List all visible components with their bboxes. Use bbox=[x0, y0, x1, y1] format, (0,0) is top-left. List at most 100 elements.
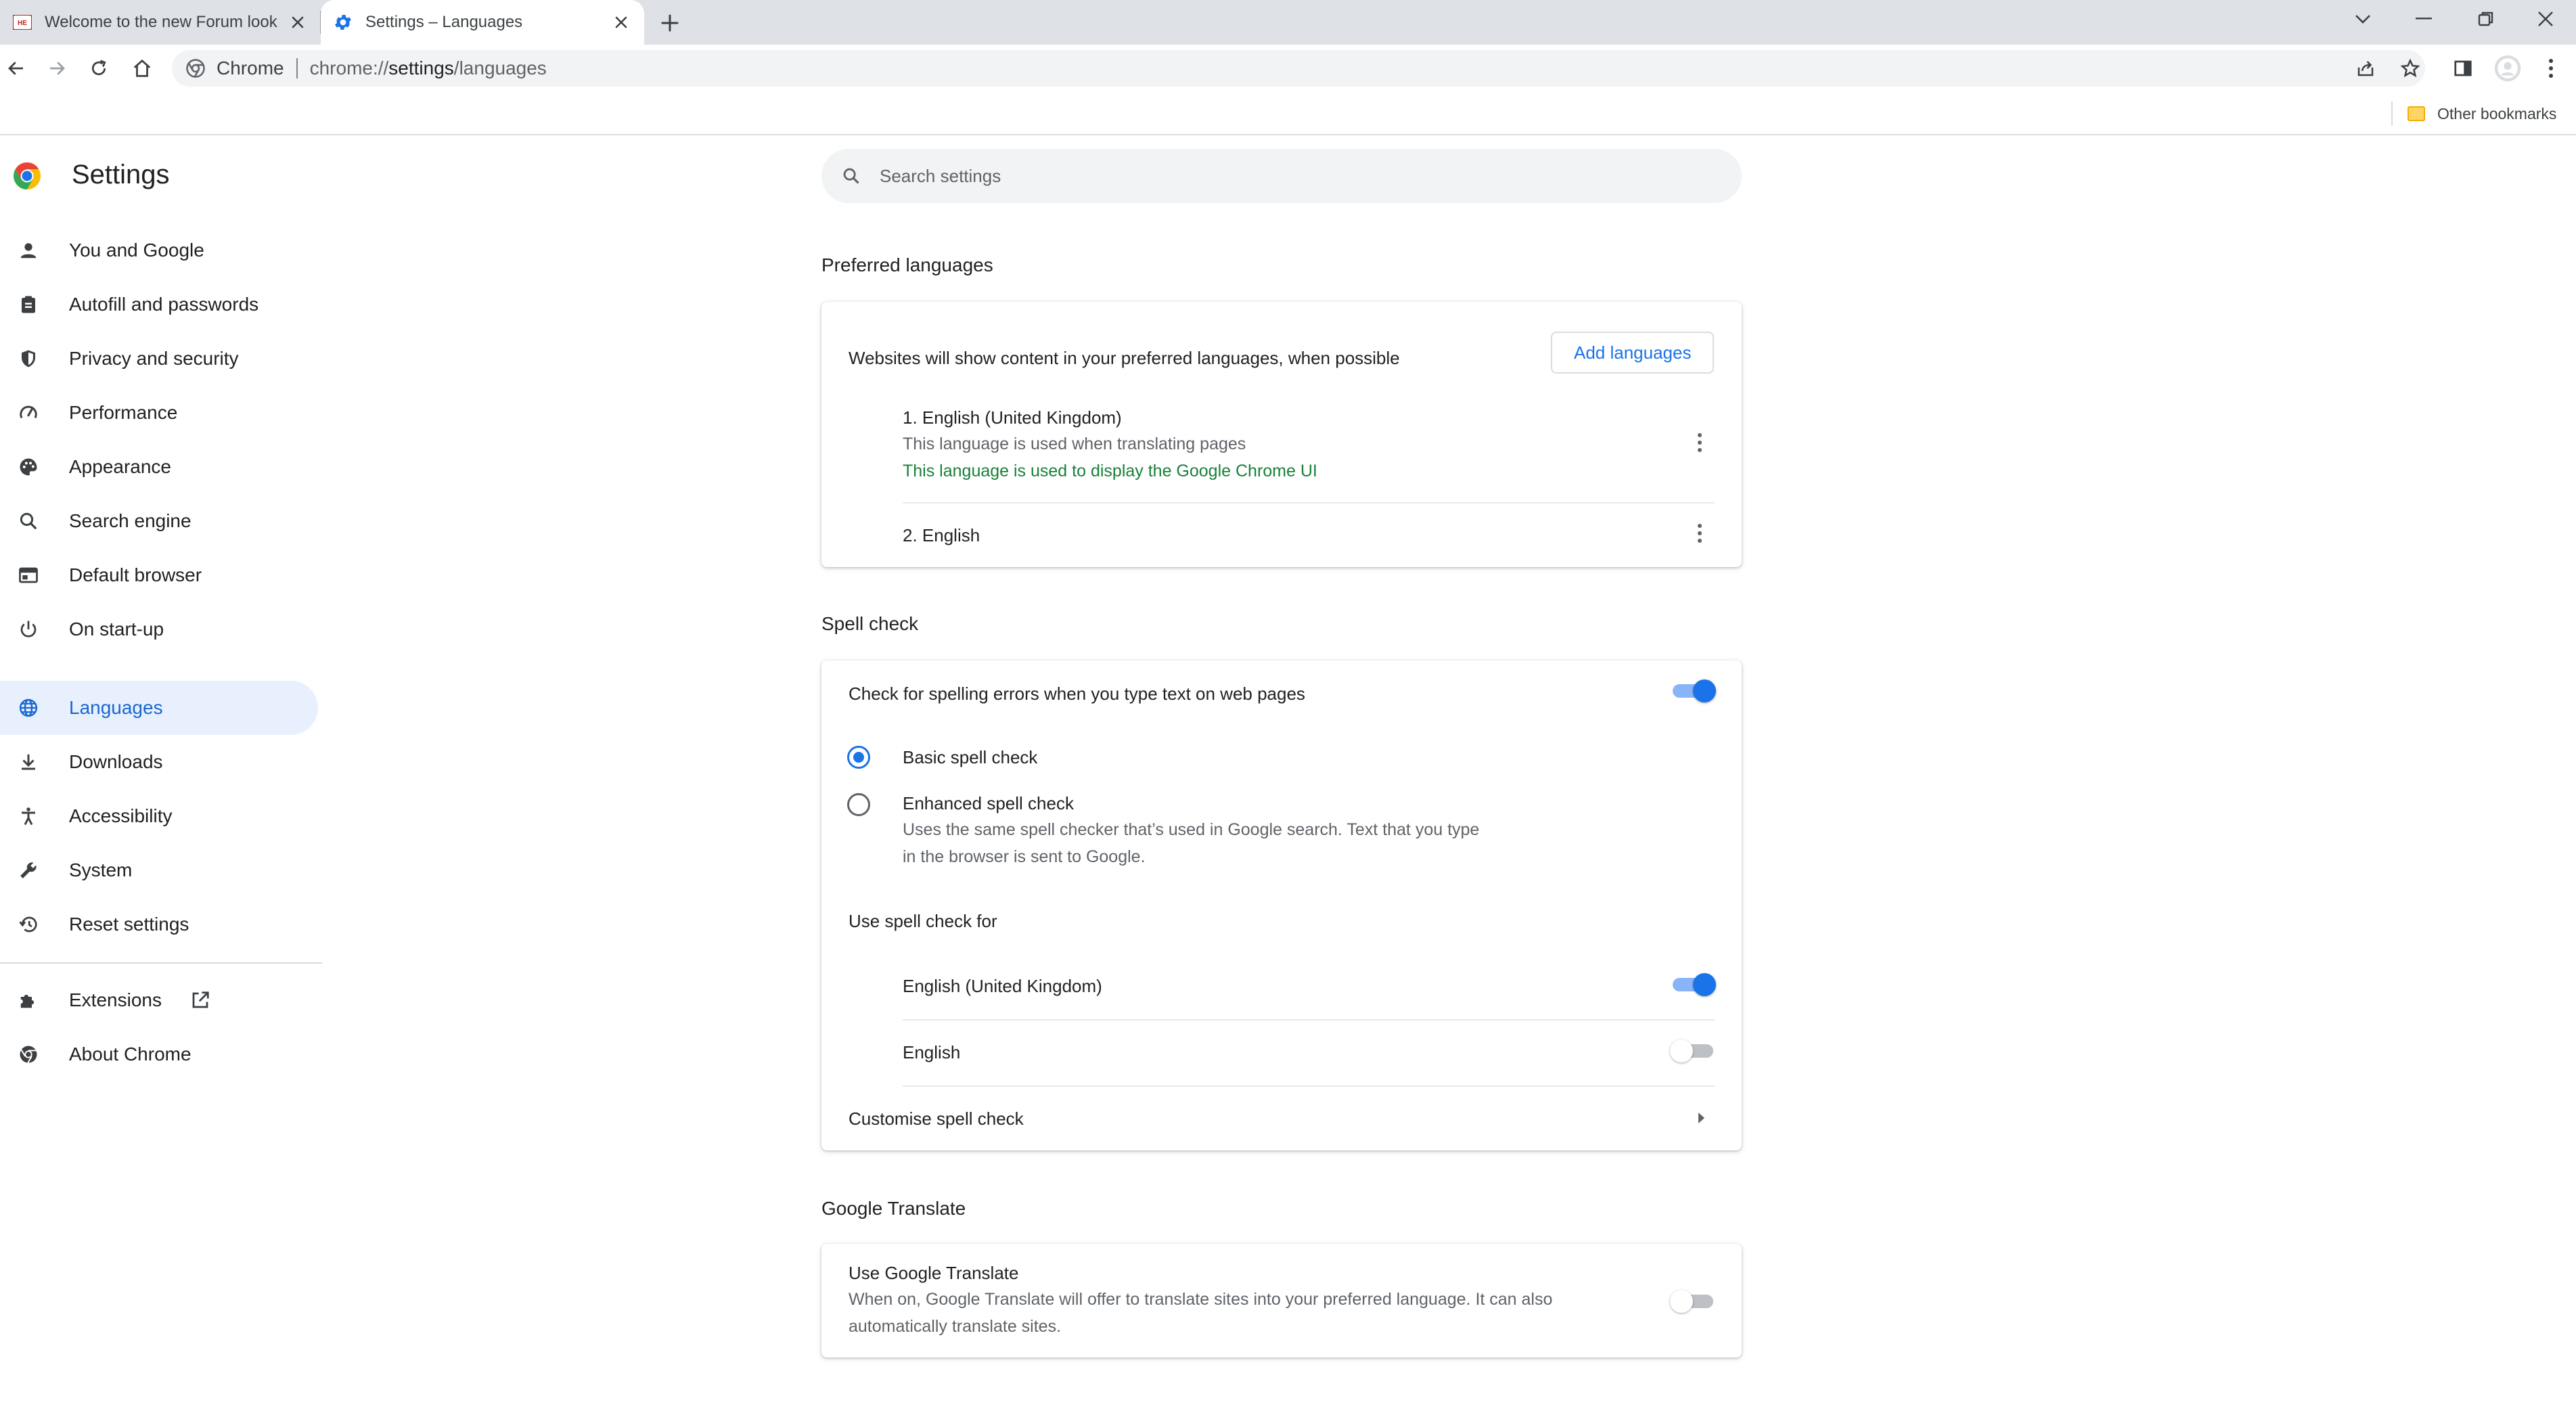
sidebar-divider bbox=[0, 962, 322, 964]
omnibox-divider bbox=[296, 58, 298, 79]
basic-spell-check-label: Basic spell check bbox=[903, 747, 1038, 767]
tab-search-button[interactable] bbox=[2332, 0, 2394, 38]
sidebar-item-search-engine[interactable]: Search engine bbox=[0, 494, 318, 548]
close-tab-icon[interactable] bbox=[284, 9, 311, 36]
svg-text:HE: HE bbox=[18, 20, 27, 27]
sidebar-item-performance[interactable]: Performance bbox=[0, 386, 318, 440]
sidebar-item-reset[interactable]: Reset settings bbox=[0, 897, 318, 951]
sidebar-item-label: System bbox=[69, 859, 133, 880]
shield-icon bbox=[15, 345, 42, 372]
restore-icon bbox=[2478, 12, 2493, 26]
download-icon bbox=[15, 748, 42, 776]
share-button[interactable] bbox=[2349, 52, 2382, 85]
preferred-languages-heading: Preferred languages bbox=[821, 254, 993, 275]
sidebar-item-languages[interactable]: Languages bbox=[0, 681, 318, 735]
site-chip-label: Chrome bbox=[217, 58, 284, 79]
settings-search-input[interactable] bbox=[880, 165, 1692, 187]
row-divider bbox=[903, 502, 1715, 503]
sidebar-item-system[interactable]: System bbox=[0, 843, 318, 897]
chrome-icon[interactable] bbox=[184, 57, 207, 80]
other-bookmarks[interactable]: Other bookmarks bbox=[2408, 100, 2556, 127]
enhanced-spell-check-description: Uses the same spell checker that’s used … bbox=[903, 820, 1480, 839]
preferred-languages-description: Websites will show content in your prefe… bbox=[849, 348, 1400, 368]
tab-forum[interactable]: HE Welcome to the new Forum look bbox=[0, 0, 321, 45]
profile-button[interactable] bbox=[2491, 52, 2524, 85]
language-menu-button[interactable] bbox=[1684, 517, 1716, 550]
customise-spell-check-label: Customise spell check bbox=[849, 1108, 1024, 1129]
puzzle-icon bbox=[15, 987, 42, 1014]
arrow-left-icon bbox=[8, 62, 23, 75]
minimize-button[interactable] bbox=[2393, 0, 2455, 38]
language-menu-button[interactable] bbox=[1684, 426, 1716, 459]
sidebar-item-label: About Chrome bbox=[69, 1044, 191, 1065]
sidebar-item-about-chrome[interactable]: About Chrome bbox=[0, 1027, 318, 1081]
more-vert-icon bbox=[1698, 531, 1702, 535]
spell-language-toggle-en[interactable] bbox=[1670, 1037, 1716, 1064]
sidebar-item-label: You and Google bbox=[69, 240, 204, 261]
customise-spell-check-row[interactable]: Customise spell check bbox=[821, 1087, 1742, 1150]
sidebar-item-extensions[interactable]: Extensions bbox=[0, 973, 318, 1027]
home-icon bbox=[133, 59, 151, 77]
chrome-menu-button[interactable] bbox=[2535, 52, 2567, 85]
spell-check-label: Check for spelling errors when you type … bbox=[849, 684, 1305, 704]
sidebar-item-label: Privacy and security bbox=[69, 348, 239, 369]
speedometer-icon bbox=[15, 399, 42, 426]
sidebar-item-autofill[interactable]: Autofill and passwords bbox=[0, 277, 318, 332]
new-tab-button[interactable] bbox=[654, 7, 686, 39]
minimize-icon bbox=[2416, 18, 2432, 20]
side-panel-icon bbox=[2454, 60, 2472, 76]
language-note: This language is used when translating p… bbox=[903, 434, 1246, 453]
clipboard-icon bbox=[15, 291, 42, 318]
forward-button[interactable] bbox=[41, 52, 73, 85]
address-bar[interactable]: Chrome chrome://settings/languages bbox=[172, 50, 2425, 87]
sidebar-item-you-and-google[interactable]: You and Google bbox=[0, 223, 318, 277]
spell-language-name: English (United Kingdom) bbox=[903, 976, 1102, 996]
power-icon bbox=[15, 616, 42, 643]
sidebar-item-default-browser[interactable]: Default browser bbox=[0, 548, 318, 602]
basic-spell-check-radio[interactable] bbox=[847, 746, 870, 769]
browser-window-icon bbox=[15, 562, 42, 589]
sidebar-item-label: Extensions bbox=[69, 989, 162, 1010]
preferred-languages-card: Websites will show content in your prefe… bbox=[821, 302, 1742, 567]
sidebar-item-appearance[interactable]: Appearance bbox=[0, 440, 318, 494]
sidebar-item-privacy[interactable]: Privacy and security bbox=[0, 332, 318, 386]
spell-language-toggle-en-gb[interactable] bbox=[1670, 970, 1716, 998]
sidebar-item-downloads[interactable]: Downloads bbox=[0, 735, 318, 789]
sidebar-item-label: Performance bbox=[69, 402, 178, 423]
other-bookmarks-label: Other bookmarks bbox=[2437, 104, 2557, 122]
enhanced-spell-check-label: Enhanced spell check bbox=[903, 793, 1074, 813]
browser-toolbar: Chrome chrome://settings/languages bbox=[0, 45, 2576, 92]
reload-button[interactable] bbox=[83, 52, 115, 85]
bookmark-star-button[interactable] bbox=[2394, 52, 2426, 85]
restore-button[interactable] bbox=[2455, 0, 2517, 38]
home-button[interactable] bbox=[126, 52, 158, 85]
spell-language-name: English bbox=[903, 1042, 961, 1062]
history-icon bbox=[15, 911, 42, 938]
open-in-new-icon bbox=[187, 987, 214, 1014]
back-button[interactable] bbox=[0, 52, 32, 85]
settings-search[interactable] bbox=[821, 149, 1742, 203]
add-languages-button[interactable]: Add languages bbox=[1551, 332, 1715, 374]
sidebar-item-label: Downloads bbox=[69, 751, 163, 772]
sidebar-item-on-startup[interactable]: On start-up bbox=[0, 602, 318, 656]
close-icon bbox=[2538, 12, 2553, 26]
tab-settings-languages[interactable]: Settings – Languages bbox=[321, 0, 644, 45]
google-translate-label: Use Google Translate bbox=[849, 1263, 1019, 1283]
chrome-logo-icon bbox=[14, 162, 41, 189]
close-window-button[interactable] bbox=[2514, 0, 2576, 38]
sidebar-item-accessibility[interactable]: Accessibility bbox=[0, 789, 318, 843]
share-icon bbox=[2357, 61, 2374, 76]
side-panel-button[interactable] bbox=[2447, 52, 2479, 85]
sidebar-item-label: Reset settings bbox=[69, 914, 189, 935]
spell-check-toggle[interactable] bbox=[1670, 677, 1716, 704]
google-translate-toggle[interactable] bbox=[1670, 1287, 1716, 1314]
language-ui-note: This language is used to display the Goo… bbox=[903, 462, 1317, 480]
google-translate-description: automatically translate sites. bbox=[849, 1317, 1062, 1336]
bookmarks-bar: Other bookmarks bbox=[0, 92, 2576, 135]
close-tab-icon[interactable] bbox=[608, 9, 635, 36]
enhanced-spell-check-radio[interactable] bbox=[847, 793, 870, 816]
search-icon bbox=[15, 508, 42, 535]
globe-icon bbox=[15, 694, 42, 721]
folder-icon bbox=[2408, 106, 2425, 121]
search-icon bbox=[839, 164, 863, 188]
